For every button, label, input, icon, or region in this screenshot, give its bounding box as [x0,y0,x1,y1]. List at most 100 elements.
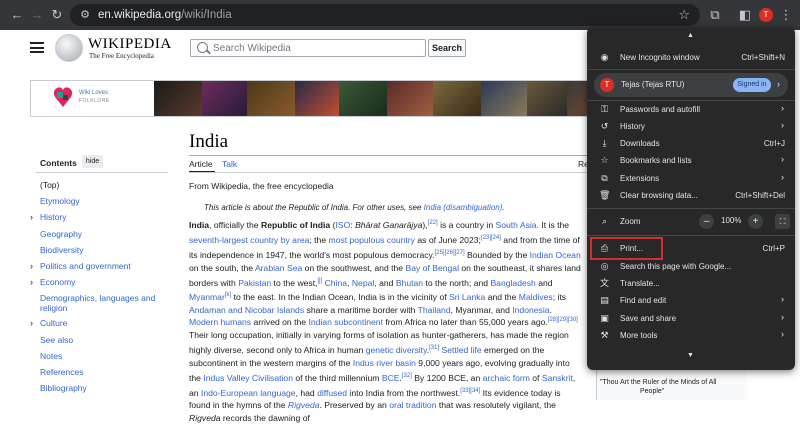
trash-icon: 🗑 [599,190,611,200]
back-icon[interactable]: ← [8,6,26,24]
avatar: T [600,78,614,92]
wikipedia-tagline: The Free Encyclopedia [89,52,154,60]
search-button[interactable]: Search [428,39,466,57]
search-input[interactable] [213,40,418,56]
fullscreen-icon[interactable]: ⛶ [775,214,790,229]
incognito-icon: ◉ [600,52,609,62]
url-text[interactable]: en.wikipedia.org/wiki/India [98,8,232,22]
menu-history[interactable]: ↺ History › [587,118,795,135]
scroll-down-icon[interactable]: ▼ [687,352,694,359]
site-subtitle: From Wikipedia, the free encyclopedia [189,181,334,191]
tab-article[interactable]: Article [189,159,213,169]
title-divider [189,155,589,156]
toc-item-see-also[interactable]: See also [40,335,168,345]
search-icon [197,42,208,53]
wikipedia-wordmark[interactable]: WIKIPEDIA [88,36,172,53]
chevron-right-icon[interactable]: › [30,277,33,287]
scroll-up-icon[interactable]: ▲ [687,32,694,39]
menu-bookmarks[interactable]: ☆ Bookmarks and lists › [587,152,795,169]
toc-divider [36,172,168,173]
history-icon: ↺ [600,121,609,131]
toc-item-etymology[interactable]: Etymology [40,196,168,206]
banner-photo [387,81,433,116]
toc-item-demographics[interactable]: Demographics, languages and religion [40,293,168,313]
menu-extensions[interactable]: ⧉ Extensions › [587,170,795,187]
menu-downloads[interactable]: ⤓ Downloads Ctrl+J [587,135,795,152]
toc-item-politics[interactable]: Politics and government [40,261,168,271]
profile-name: Tejas (Tejas RTU) [621,80,685,89]
chevron-right-icon: › [781,329,784,339]
reload-icon[interactable]: ↻ [48,6,66,24]
search-box[interactable] [190,39,426,57]
zoom-level: 100% [721,216,742,225]
toc-hide-button[interactable]: hide [82,155,103,168]
save-icon: ▣ [600,313,609,323]
browser-toolbar: ← → ↻ ⚙ en.wikipedia.org/wiki/India ☆ ⧉ … [0,0,800,30]
history-paragraph: Modern humans arrived on the Indian subc… [189,316,578,424]
menu-more-tools[interactable]: ⚒ More tools › [587,327,795,344]
profile-avatar-button[interactable]: T [759,8,773,22]
chrome-menu: ▲ ◉ New Incognito window Ctrl+Shift+N T … [587,27,795,370]
toc-item-geography[interactable]: Geography [40,229,168,239]
toc-item-history[interactable]: History [40,212,168,222]
menu-profile[interactable]: T Tejas (Tejas RTU) Signed in › [594,73,788,97]
menu-clear-data[interactable]: 🗑 Clear browsing data... Ctrl+Shift+Del [587,187,795,204]
hatnote: This article is about the Republic of In… [204,203,505,212]
banner-photo [154,81,202,116]
address-bar[interactable]: ⚙ en.wikipedia.org/wiki/India ☆ [70,4,700,26]
extensions-icon[interactable]: ⧉ [706,6,724,24]
zoom-out-button[interactable]: – [699,214,714,229]
menu-passwords[interactable]: ⚿ Passwords and autofill › [587,101,795,118]
banner-photo [339,81,387,116]
chevron-right-icon: › [781,154,784,164]
star-icon: ☆ [600,155,609,165]
side-panel-icon[interactable]: ◧ [736,6,754,24]
banner-photo [527,81,567,116]
toc-item-bibliography[interactable]: Bibliography [40,383,168,393]
find-page-icon: ▤ [600,295,609,305]
main-menu-icon[interactable] [30,42,44,53]
toc-item-culture[interactable]: Culture [40,318,168,328]
toc-item-biodiversity[interactable]: Biodiversity [40,245,168,255]
toc-item-economy[interactable]: Economy [40,277,168,287]
menu-save-share[interactable]: ▣ Save and share › [587,310,795,327]
banner-photo [481,81,527,116]
download-icon: ⤓ [602,138,607,148]
bookmark-star-icon[interactable]: ☆ [678,7,690,23]
heart-puzzle-icon [53,87,73,107]
magnifier-icon: ⌕ [601,216,608,226]
toc-item-top[interactable]: (Top) [40,180,168,190]
banner-photo [247,81,295,116]
kebab-menu-icon[interactable]: ⋮ [777,6,795,24]
page-title: India [189,131,229,152]
menu-find-edit[interactable]: ▤ Find and edit › [587,292,795,309]
banner-logo: Wiki Loves FOLKLORE [31,81,154,116]
chevron-right-icon[interactable]: › [30,212,33,222]
chevron-right-icon: › [781,120,784,130]
wikipedia-globe-logo[interactable] [55,34,83,62]
menu-new-incognito[interactable]: ◉ New Incognito window Ctrl+Shift+N [587,49,795,66]
chevron-right-icon: › [781,294,784,304]
print-highlight-box [590,237,663,260]
chevron-right-icon[interactable]: › [30,318,33,328]
tab-talk[interactable]: Talk [222,159,237,169]
zoom-in-button[interactable]: + [748,214,763,229]
menu-translate[interactable]: 文 Translate... [587,275,795,292]
campaign-banner[interactable]: Wiki Loves FOLKLORE [30,80,610,117]
site-info-icon[interactable]: ⚙ [78,8,92,22]
toc-item-references[interactable]: References [40,367,168,377]
menu-search-google[interactable]: ◎ Search this page with Google... [587,258,795,275]
key-icon: ⚿ [601,104,608,114]
chevron-right-icon: › [781,103,784,113]
banner-photo [433,81,481,116]
disambiguation-link[interactable]: India (disambiguation) [424,203,503,212]
chevron-right-icon: › [781,172,784,182]
puzzle-icon: ⧉ [601,173,608,183]
signed-in-badge: Signed in [733,78,771,92]
tabs-divider [189,172,589,173]
banner-photo [295,81,339,116]
chevron-right-icon[interactable]: › [30,261,33,271]
motto-text: "Thou Art the Ruler of the Minds of All P… [600,379,717,395]
toc-item-notes[interactable]: Notes [40,351,168,361]
forward-icon[interactable]: → [28,6,46,24]
